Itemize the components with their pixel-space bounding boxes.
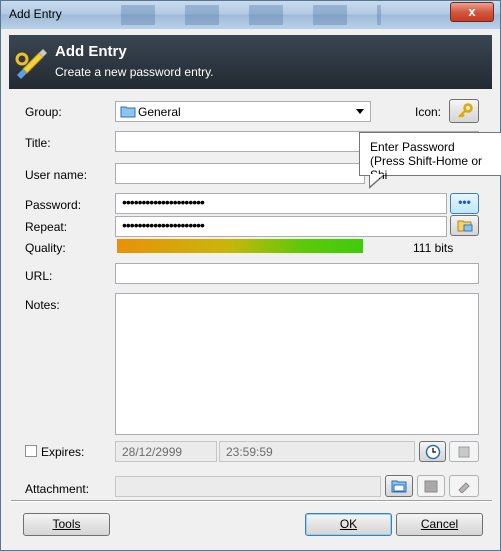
attach-file-button[interactable] <box>385 475 413 497</box>
group-label: Group: <box>25 105 62 119</box>
attachment-label: Attachment: <box>25 482 90 496</box>
ok-button[interactable]: OK <box>305 513 392 536</box>
cancel-button-label: Cancel <box>420 517 459 531</box>
calendar-icon <box>458 446 470 458</box>
group-value: General <box>138 105 181 119</box>
attachment-field[interactable] <box>115 476 381 497</box>
notes-textarea[interactable] <box>115 293 479 435</box>
expires-date-input[interactable]: 28/12/2999 <box>115 441 217 462</box>
tools-button-label: Tools <box>52 517 81 531</box>
quality-label: Quality: <box>25 241 66 255</box>
footer-separator <box>11 500 492 502</box>
repeat-label: Repeat: <box>25 220 68 234</box>
password-input[interactable]: ••••••••••••••••••••• <box>115 193 447 214</box>
key-pen-icon <box>15 49 47 79</box>
cancel-button[interactable]: Cancel <box>396 513 483 536</box>
save-attachment-button[interactable] <box>417 475 445 497</box>
title-label: Title: <box>25 136 51 150</box>
chevron-down-icon <box>356 109 364 114</box>
icon-label: Icon: <box>415 105 442 119</box>
group-select[interactable]: General <box>115 101 371 122</box>
title-bar[interactable]: Add Entry x <box>1 1 500 29</box>
add-entry-window: Add Entry x Add Entry Create a new passw… <box>0 0 501 551</box>
expires-time-value: 23:59:59 <box>226 445 273 459</box>
notes-label: Notes: <box>25 298 60 312</box>
banner-subtitle: Create a new password entry. <box>55 65 214 79</box>
folder-open-icon <box>391 480 407 493</box>
banner-title: Add Entry <box>55 43 127 60</box>
key-icon <box>458 103 473 118</box>
delete-icon <box>458 482 470 493</box>
expires-checkbox[interactable] <box>25 445 37 457</box>
password-generator-button[interactable] <box>450 215 479 236</box>
expires-label: Expires: <box>41 445 85 459</box>
url-input[interactable] <box>115 263 479 284</box>
password-tooltip: Enter Password (Press Shift-Home or Shi <box>359 132 501 182</box>
tooltip-tail-fill <box>370 174 384 186</box>
ok-button-label: OK <box>339 517 358 531</box>
password-value: ••••••••••••••••••••• <box>122 194 205 210</box>
url-label: URL: <box>25 269 53 283</box>
remove-attachment-button[interactable] <box>449 475 479 497</box>
tools-button[interactable]: Tools <box>23 513 110 536</box>
password-label: Password: <box>25 198 82 212</box>
quality-bits: 111 bits <box>413 241 454 255</box>
window-title: Add Entry <box>9 7 62 21</box>
disk-icon <box>424 480 438 493</box>
expires-presets-button[interactable] <box>419 441 446 462</box>
close-button[interactable]: x <box>450 2 494 22</box>
password-generator-icon <box>457 220 473 232</box>
repeat-value: ••••••••••••••••••••• <box>122 217 205 233</box>
icon-picker-button[interactable] <box>449 99 479 123</box>
dots-icon: ••• <box>458 195 471 209</box>
clock-icon <box>425 444 441 460</box>
expires-date-value: 28/12/2999 <box>122 445 183 459</box>
username-label: User name: <box>25 168 88 182</box>
expires-edit-button[interactable] <box>449 441 479 462</box>
username-input[interactable] <box>115 163 365 184</box>
titlebar-decoration <box>121 5 381 25</box>
quality-bar <box>117 239 363 253</box>
show-password-button[interactable]: ••• <box>450 193 479 214</box>
tooltip-line-1: Enter Password <box>370 140 455 154</box>
folder-icon <box>120 106 136 118</box>
expires-time-input[interactable]: 23:59:59 <box>219 441 415 462</box>
header-banner: Add Entry Create a new password entry. <box>9 35 492 89</box>
repeat-input[interactable]: ••••••••••••••••••••• <box>115 216 447 237</box>
